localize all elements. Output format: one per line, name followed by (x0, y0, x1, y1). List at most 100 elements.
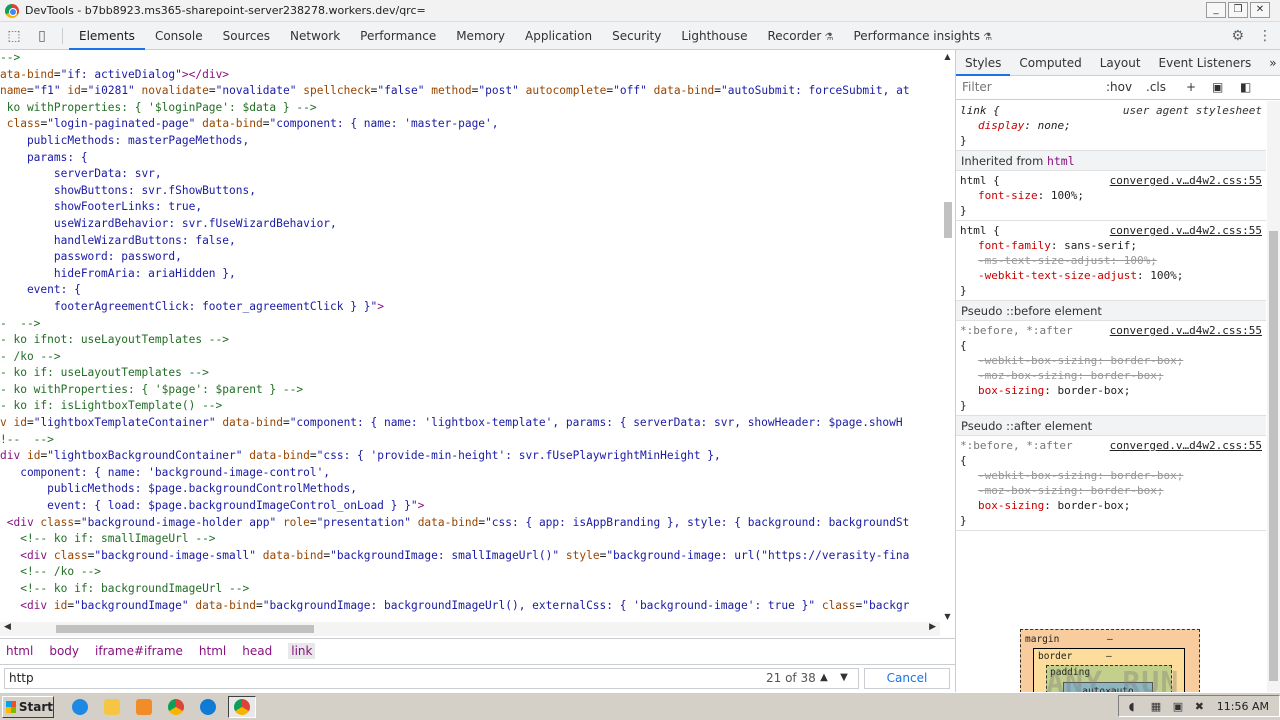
breadcrumb-item[interactable]: body (49, 644, 79, 658)
scroll-right-arrow[interactable]: ▶ (929, 622, 936, 632)
dom-node-line[interactable]: <div class="background-image-holder app"… (0, 515, 940, 532)
dom-node-line[interactable]: <!-- ko if: backgroundImageUrl --> (0, 581, 940, 598)
hover-state-toggle[interactable]: :hov (1106, 80, 1132, 94)
devtools-tab-security[interactable]: Security (602, 22, 671, 50)
network-icon[interactable]: ▦ (1151, 700, 1165, 713)
dom-node-line[interactable]: showFooterLinks: true, (0, 199, 940, 216)
styles-scroll-thumb[interactable] (1269, 231, 1278, 681)
dom-node-line[interactable]: - --> (0, 316, 940, 333)
dom-node-line[interactable]: - ko ifnot: useLayoutTemplates --> (0, 332, 940, 349)
dom-node-line[interactable]: useWizardBehavior: svr.fUseWizardBehavio… (0, 216, 940, 233)
media-player-icon[interactable] (132, 696, 156, 718)
dom-node-line[interactable]: - ko if: isLightboxTemplate() --> (0, 398, 940, 415)
rule-source-link[interactable]: converged.v…d4w2.css:55 (1110, 223, 1262, 238)
dom-node-line[interactable]: <div class="background-image-small" data… (0, 548, 940, 565)
new-rule-icon[interactable]: + (1186, 80, 1196, 94)
dom-node-line[interactable]: publicMethods: $page.backgroundControlMe… (0, 481, 940, 498)
minimize-button[interactable]: _ (1206, 2, 1226, 18)
scroll-down-arrow[interactable]: ▼ (942, 612, 953, 622)
breadcrumb-item[interactable]: iframe#iframe (95, 644, 183, 658)
edge-icon[interactable] (196, 696, 220, 718)
dom-node-line[interactable]: !-- --> (0, 432, 940, 449)
dom-tree[interactable]: --> ata-bind="if: activeDialog"></div> nam… (0, 50, 940, 622)
dom-node-line[interactable]: class="login-paginated-page" data-bind="… (0, 116, 940, 133)
css-property-overridden[interactable]: -webkit-box-sizing (978, 354, 1097, 367)
element-state-icon[interactable]: ▣ (1212, 80, 1223, 94)
dom-node-line[interactable]: publicMethods: masterPageMethods, (0, 133, 940, 150)
css-value-overridden[interactable]: 100%; (1124, 254, 1157, 267)
styles-scrollbar[interactable] (1267, 101, 1280, 692)
dom-node-line[interactable]: handleWizardButtons: false, (0, 233, 940, 250)
rule-source-link[interactable]: converged.v…d4w2.css:55 (1110, 173, 1262, 188)
horizontal-scrollbar[interactable]: ◀ ▶ (0, 622, 940, 636)
clock[interactable]: 11:56 AM (1217, 700, 1269, 713)
css-property-overridden[interactable]: -moz-box-sizing (978, 369, 1077, 382)
rule-source-link[interactable]: converged.v…d4w2.css:55 (1110, 323, 1262, 338)
css-property-overridden[interactable]: -ms-text-size-adjust (978, 254, 1110, 267)
css-value[interactable]: border-box; (1057, 499, 1130, 512)
devtools-tab-elements[interactable]: Elements (69, 22, 145, 50)
dom-node-line[interactable]: - ko withProperties: { '$page': $parent … (0, 382, 940, 399)
chrome-taskbar-icon[interactable] (164, 696, 188, 718)
inspect-element-icon[interactable]: ⬚ (0, 22, 28, 50)
horizontal-scroll-thumb[interactable] (56, 625, 314, 633)
css-property-overridden[interactable]: -webkit-box-sizing (978, 469, 1097, 482)
css-value-overridden[interactable]: border-box; (1091, 369, 1164, 382)
devtools-tab-sources[interactable]: Sources (213, 22, 280, 50)
dom-node-line[interactable]: <!-- /ko --> (0, 564, 940, 581)
scroll-thumb[interactable] (944, 202, 952, 238)
border-top-value[interactable]: – (1106, 651, 1112, 662)
css-property[interactable]: box-sizing (978, 384, 1044, 397)
devtools-tab-lighthouse[interactable]: Lighthouse (671, 22, 757, 50)
ie-icon[interactable] (68, 696, 92, 718)
volume-icon[interactable]: ◖ (1129, 700, 1143, 713)
dom-node-line[interactable]: serverData: svr, (0, 166, 940, 183)
devtools-tab-application[interactable]: Application (515, 22, 602, 50)
dom-node-line[interactable]: password: password, (0, 249, 940, 266)
devtools-tab-console[interactable]: Console (145, 22, 213, 50)
devtools-tab-performance[interactable]: Performance (350, 22, 446, 50)
restore-button[interactable]: ❐ (1228, 2, 1248, 18)
device-toolbar-icon[interactable]: ▯ (28, 22, 56, 50)
rule-source-link[interactable]: converged.v…d4w2.css:55 (1110, 438, 1262, 453)
css-value-overridden[interactable]: border-box; (1110, 469, 1183, 482)
scroll-up-arrow[interactable]: ▲ (942, 52, 953, 62)
chrome-active-window-icon[interactable] (228, 695, 256, 718)
css-property[interactable]: font-family (978, 239, 1051, 252)
css-property[interactable]: box-sizing (978, 499, 1044, 512)
css-value-overridden[interactable]: border-box; (1110, 354, 1183, 367)
dom-node-line[interactable]: - ko if: useLayoutTemplates --> (0, 365, 940, 382)
more-tabs-icon[interactable]: » (1260, 50, 1280, 76)
explorer-folder-icon[interactable] (100, 696, 124, 718)
breadcrumb-item[interactable]: link (288, 642, 316, 659)
cancel-button[interactable]: Cancel (864, 668, 950, 689)
search-input[interactable]: http (4, 668, 859, 689)
dom-node-line[interactable]: name="f1" id="i0281" novalidate="novalid… (0, 83, 940, 100)
breadcrumb-item[interactable]: html (6, 644, 33, 658)
css-value[interactable]: 100%; (1051, 189, 1084, 202)
sidepanel-tab-layout[interactable]: Layout (1091, 50, 1150, 76)
inherited-element-link[interactable]: html (1047, 154, 1075, 168)
dom-node-line[interactable]: - /ko --> (0, 349, 940, 366)
dom-node-line[interactable]: <div id="backgroundImage" data-bind="bac… (0, 598, 940, 615)
dom-node-line[interactable]: ko withProperties: { '$loginPage': $data… (0, 100, 940, 117)
css-value[interactable]: border-box; (1057, 384, 1130, 397)
margin-top-value[interactable]: – (1107, 634, 1113, 645)
toggle-sidebar-icon[interactable]: ◧ (1240, 80, 1251, 94)
css-property-overridden[interactable]: -moz-box-sizing (978, 484, 1077, 497)
breadcrumb-item[interactable]: html (199, 644, 226, 658)
start-button[interactable]: Start (2, 695, 54, 718)
security-icon[interactable]: ▣ (1173, 700, 1187, 713)
devtools-tab-network[interactable]: Network (280, 22, 350, 50)
dom-node-line[interactable]: v id="lightboxTemplateContainer" data-bi… (0, 415, 940, 432)
more-options-icon[interactable]: ⋮ (1258, 28, 1272, 44)
search-next-icon[interactable]: ▼ (835, 669, 853, 687)
dom-node-line[interactable]: hideFromAria: ariaHidden }, (0, 266, 940, 283)
devtools-tab-memory[interactable]: Memory (446, 22, 515, 50)
dom-node-line[interactable]: event: { load: $page.backgroundImageCont… (0, 498, 940, 515)
dom-node-line[interactable]: ata-bind="if: activeDialog"></div> (0, 67, 940, 84)
css-property[interactable]: -webkit-text-size-adjust (978, 269, 1137, 282)
scroll-left-arrow[interactable]: ◀ (4, 622, 11, 632)
filter-input[interactable]: Filter (962, 80, 1102, 94)
sidepanel-tab-event-listeners[interactable]: Event Listeners (1150, 50, 1261, 76)
